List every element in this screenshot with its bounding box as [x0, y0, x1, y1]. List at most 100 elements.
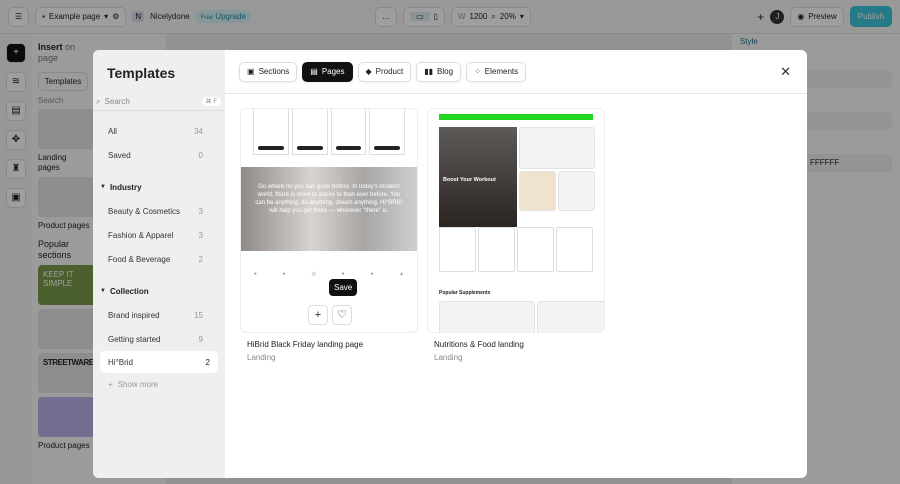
layers-icon[interactable]: ≋ — [6, 72, 26, 92]
section-label: Popular sections — [38, 239, 72, 260]
thumbnail-text: STREETWARE — [43, 358, 94, 367]
tab-label: Product — [375, 67, 404, 76]
upgrade-badge[interactable]: Free Upgrade — [195, 10, 251, 23]
style-tab[interactable]: Style — [740, 37, 892, 46]
tab-label: Sections — [258, 67, 290, 76]
category-label: Fashion & Apparel — [108, 230, 174, 240]
mobile-icon[interactable]: ▯ — [434, 12, 438, 21]
menu-button[interactable]: ☰ — [8, 6, 30, 27]
category-label: Hi°Brid — [108, 357, 133, 367]
insert-icon[interactable]: + — [6, 43, 26, 63]
category-item-selected[interactable]: Hi°Brid 2 — [100, 351, 218, 373]
preview-quote: Go where no you has gone before. In toda… — [241, 167, 417, 251]
chevron-down-icon: ▾ — [104, 12, 109, 21]
preview-section-title: Popular Supplements — [439, 290, 491, 296]
section-label: Landing pages — [38, 153, 67, 172]
category-count: 34 — [194, 126, 203, 136]
category-item[interactable]: Beauty & Cosmetics 3 — [93, 199, 218, 223]
blog-icon: ▮▮ — [424, 67, 434, 76]
left-rail: + ≋ ▤ ✥ ♜ ▣ — [0, 34, 32, 484]
gear-icon[interactable]: ⚙ — [112, 12, 119, 21]
top-toolbar: ☰ ▪ Example page ▾ ⚙ N Nicelydone Free Up… — [0, 0, 900, 34]
zoom-value[interactable]: 20% — [500, 12, 516, 21]
category-item[interactable]: Brand inspired 15 — [93, 303, 218, 327]
publish-button[interactable]: Publish — [849, 6, 892, 27]
category-label: Food & Beverage — [108, 254, 171, 264]
tab-label: Pages — [321, 67, 345, 76]
card-title: Nutritions & Food landing — [434, 340, 524, 349]
page-selector[interactable]: ▪ Example page ▾ ⚙ — [35, 6, 127, 27]
tab-elements[interactable]: ⁘ Elements — [466, 61, 527, 82]
preview-banner — [439, 114, 593, 120]
category-count: 3 — [198, 230, 203, 240]
add-template-button[interactable]: + — [308, 305, 328, 325]
brand-logos: ● ● ◎ ● ● ▲ — [253, 271, 405, 277]
category-saved[interactable]: Saved 0 — [93, 143, 218, 167]
category-count: 0 — [198, 150, 203, 160]
tag-icon: ◆ — [365, 67, 372, 76]
product-row — [241, 109, 417, 155]
elements-icon: ⁘ — [474, 67, 481, 76]
category-label: All — [108, 126, 117, 136]
tab-label: Blog — [437, 67, 454, 76]
template-preview[interactable]: Go where no you has gone before. In toda… — [240, 108, 418, 333]
category-label: Saved — [108, 150, 131, 160]
caret-down-icon: ▼ — [100, 288, 106, 294]
template-card[interactable]: Boost Your Workout Popular Supplements N… — [427, 108, 605, 366]
category-item[interactable]: Food & Beverage 2 — [93, 247, 218, 271]
search-icon: ⌕ — [96, 96, 101, 106]
insert-title: Insert — [38, 42, 63, 52]
width-value[interactable]: 1200 — [470, 12, 488, 21]
upgrade-link[interactable]: Upgrade — [215, 12, 246, 21]
section-label: Product pages — [38, 441, 90, 450]
stamp-icon[interactable]: ♜ — [6, 159, 26, 179]
category-count: 9 — [198, 334, 203, 344]
category-label: Beauty & Cosmetics — [108, 206, 181, 216]
category-label: Brand inspired — [108, 310, 160, 320]
thumbnail-text: KEEP IT SIMPLE — [43, 270, 74, 288]
page-icon: ▪ — [42, 12, 46, 21]
device-switcher: ▭ ▯ — [402, 6, 445, 27]
card-category: Landing — [247, 353, 276, 362]
tab-blog[interactable]: ▮▮ Blog — [416, 61, 462, 82]
avatar[interactable]: J — [770, 9, 785, 24]
category-item[interactable]: Fashion & Apparel 3 — [93, 223, 218, 247]
preview-button[interactable]: ◉ Preview — [790, 6, 844, 27]
tab-pages[interactable]: ▤ Pages — [302, 61, 353, 82]
template-card[interactable]: Go where no you has gone before. In toda… — [240, 108, 418, 366]
search-placeholder: Search — [104, 97, 130, 106]
tab-sections[interactable]: ▣ Sections — [239, 61, 298, 82]
template-preview[interactable]: Boost Your Workout Popular Supplements — [427, 108, 605, 333]
shortcut-badge: ⌘ F — [201, 97, 221, 106]
group-industry[interactable]: ▼ Industry — [93, 175, 225, 199]
media-icon[interactable]: ▣ — [6, 188, 26, 208]
modal-title: Templates — [107, 65, 176, 81]
templates-tab[interactable]: Templates — [38, 72, 88, 91]
show-more-button[interactable]: + Show more — [93, 373, 225, 395]
category-count: 2 — [198, 254, 203, 264]
section-icon: ▣ — [247, 67, 255, 76]
group-collection[interactable]: ▼ Collection — [93, 279, 225, 303]
workspace-name[interactable]: Nicelydone — [150, 12, 190, 21]
components-icon[interactable]: ✥ — [6, 130, 26, 150]
page-name: Example page — [49, 12, 101, 21]
workspace-icon: N — [132, 11, 145, 22]
show-more-label: Show more — [117, 379, 159, 389]
category-count: 15 — [194, 310, 203, 320]
pages-icon[interactable]: ▤ — [6, 101, 26, 121]
category-count: 2 — [205, 357, 210, 367]
template-search-input[interactable]: ⌕ Search ⌘ F — [93, 93, 225, 111]
tab-product[interactable]: ◆ Product — [357, 61, 412, 82]
preview-label: Preview — [808, 12, 837, 21]
more-button[interactable]: … — [374, 6, 397, 27]
close-icon[interactable]: ✕ — [780, 64, 791, 80]
templates-sidebar: Templates ⌕ Search ⌘ F All 34 Saved 0 ▼ Indus… — [93, 50, 225, 478]
category-item[interactable]: Getting started 9 — [93, 327, 218, 351]
category-all[interactable]: All 34 — [93, 119, 218, 143]
templates-main: ▣ Sections ▤ Pages ◆ Product ▮▮ Blog ⁘ Elemen… — [225, 50, 807, 478]
page-icon: ▤ — [310, 67, 318, 76]
save-heart-button[interactable]: ♡ — [332, 305, 352, 325]
desktop-icon[interactable]: ▭ — [409, 12, 430, 21]
eye-icon: ◉ — [797, 12, 805, 21]
add-collaborator-icon[interactable]: + — [757, 10, 764, 24]
